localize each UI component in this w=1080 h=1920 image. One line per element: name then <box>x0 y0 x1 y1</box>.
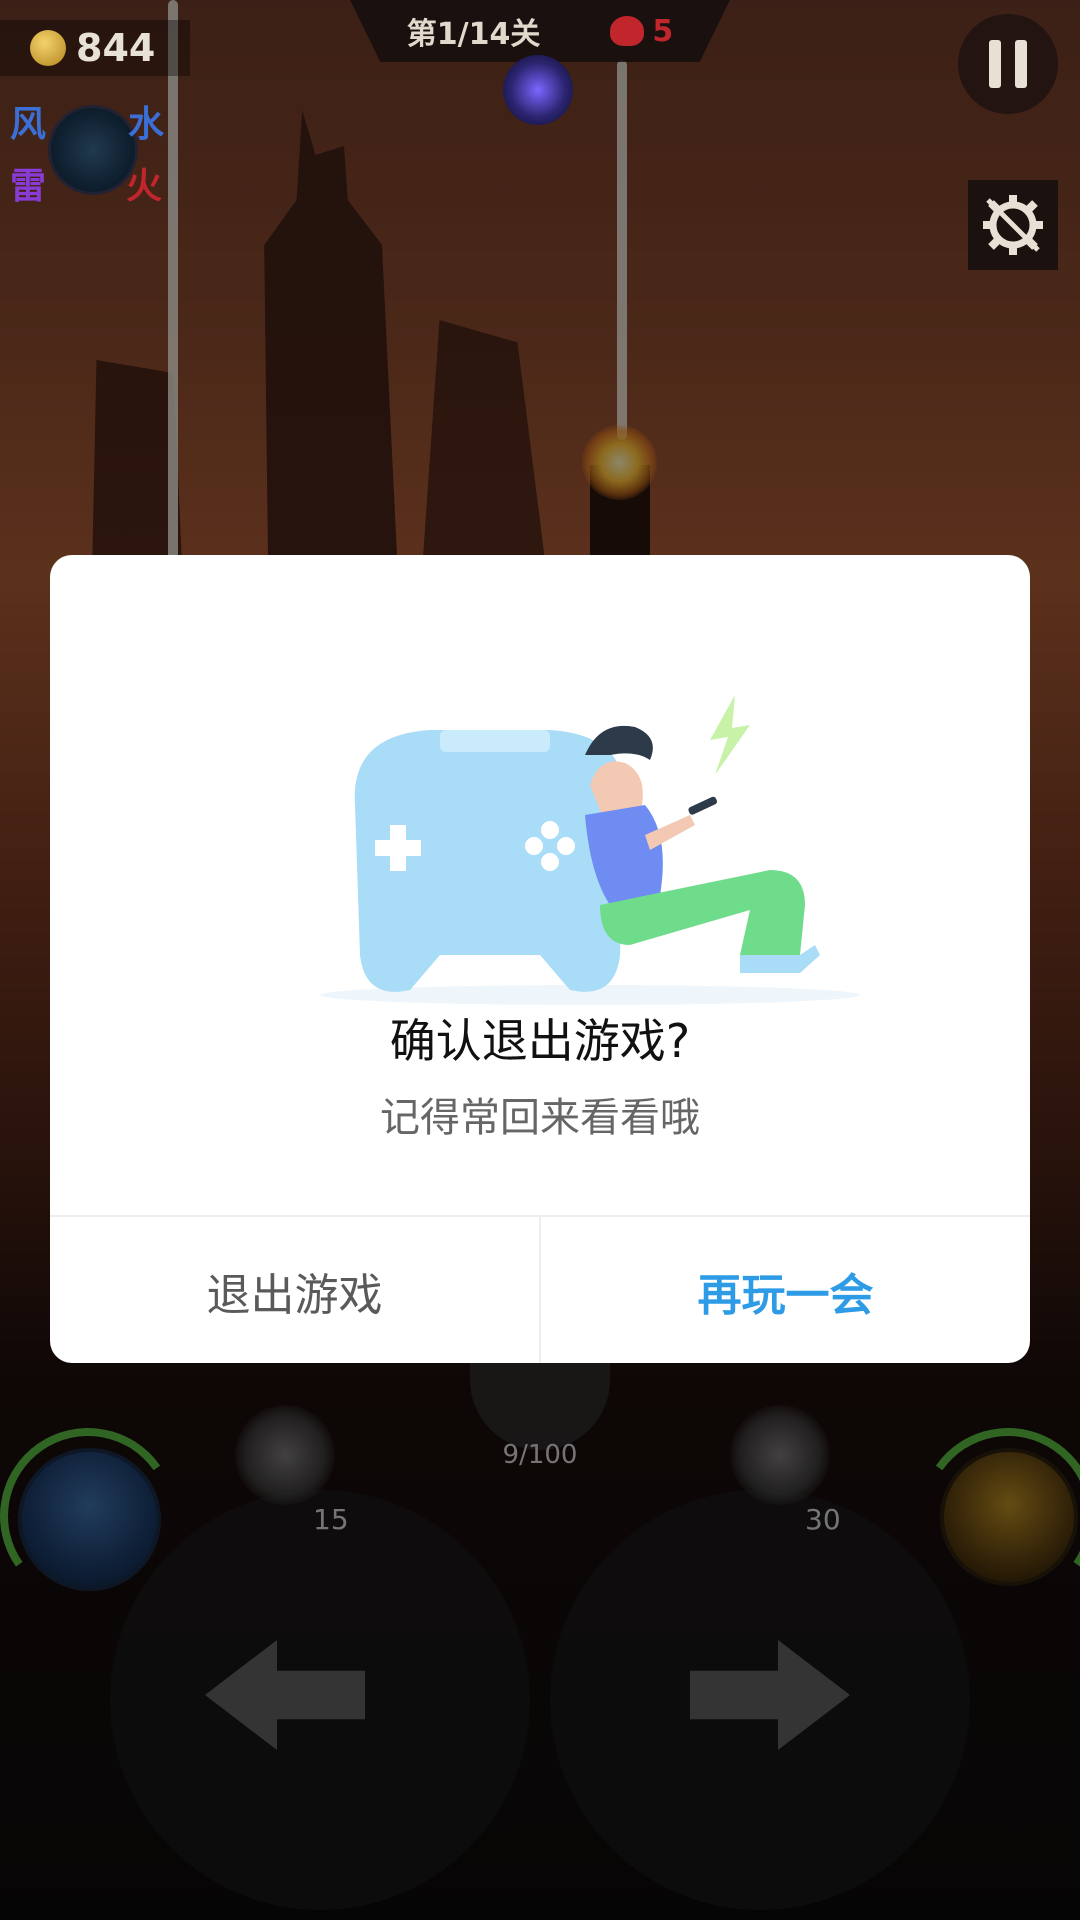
exit-confirm-dialog: 确认退出游戏? 记得常回来看看哦 退出游戏 再玩一会 <box>50 555 1030 1363</box>
element-water: 水 <box>128 103 165 145</box>
pause-icon-bar <box>1015 40 1027 88</box>
quit-game-button[interactable]: 退出游戏 <box>50 1217 541 1363</box>
dialog-subtitle: 记得常回来看看哦 <box>380 1095 700 1141</box>
dialog-title: 确认退出游戏? <box>389 1014 691 1068</box>
game-screen: 15 30 9/100 844 风 水 雷 火 第1/14关 5 确认退出游戏?… <box>0 0 1080 1920</box>
settings-gear-icon <box>983 195 1043 255</box>
stage-banner: 第1/14关 5 <box>350 0 730 62</box>
settings-button[interactable] <box>968 180 1058 270</box>
skull-icon <box>610 16 645 46</box>
pause-button[interactable] <box>958 14 1058 114</box>
coin-count: 844 <box>76 26 156 70</box>
pause-icon <box>989 40 1001 88</box>
element-wind: 风 <box>10 103 47 145</box>
coin-icon <box>30 30 66 66</box>
element-orb-icon <box>48 105 138 195</box>
stage-progress: 第1/14关 <box>406 17 541 52</box>
kill-count: 5 <box>652 13 674 49</box>
element-thunder: 雷 <box>10 165 47 207</box>
keep-playing-button[interactable]: 再玩一会 <box>541 1217 1030 1363</box>
coin-counter: 844 <box>0 20 190 76</box>
element-wheel[interactable]: 风 水 雷 火 <box>10 95 164 207</box>
element-fire: 火 <box>126 165 163 207</box>
portal-icon <box>503 55 573 125</box>
dialog-actions: 退出游戏 再玩一会 <box>50 1215 1030 1363</box>
kill-counter: 5 <box>610 14 673 49</box>
gamer-illustration <box>320 695 860 1005</box>
